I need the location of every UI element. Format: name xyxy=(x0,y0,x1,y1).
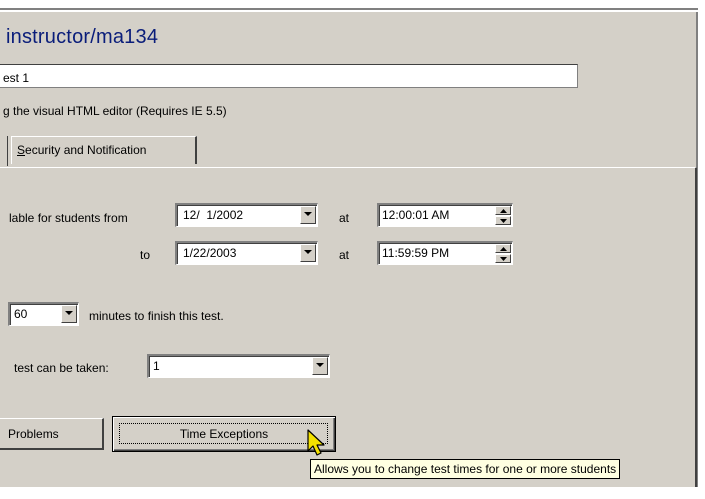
problems-button[interactable]: Problems xyxy=(0,418,104,450)
end-date-value: 1/22/2003 xyxy=(183,246,237,260)
attempts-value: 1 xyxy=(153,359,160,373)
tab-previous-edge[interactable] xyxy=(0,136,8,166)
end-time-spinner[interactable]: 11:59:59 PM xyxy=(377,241,513,265)
problems-button-label: Problems xyxy=(8,426,59,441)
page-title: instructor/ma134 xyxy=(6,26,159,48)
to-label: to xyxy=(140,248,151,262)
chevron-down-icon[interactable] xyxy=(61,305,77,323)
start-time-spinner[interactable]: 12:00:01 AM xyxy=(377,203,513,227)
attempts-label: test can be taken: xyxy=(14,361,109,375)
window-top-border xyxy=(0,0,705,10)
tooltip: Allows you to change test times for one … xyxy=(310,459,621,479)
tab-security-notification[interactable]: Security and Notification xyxy=(11,136,197,164)
minutes-value: 60 xyxy=(14,307,28,321)
minutes-label: minutes to finish this test. xyxy=(89,309,224,323)
mouse-cursor-icon xyxy=(307,429,325,456)
start-date-value: 12/ 1/2002 xyxy=(183,208,244,222)
chevron-down-icon[interactable] xyxy=(312,357,328,375)
available-from-label: lable for students from xyxy=(9,211,128,225)
spin-up-icon[interactable] xyxy=(495,206,511,215)
minutes-select[interactable]: 60 xyxy=(8,302,79,326)
window-right-edge xyxy=(698,0,705,499)
test-name-input[interactable] xyxy=(0,64,578,88)
at-label: at xyxy=(339,211,350,225)
attempts-select[interactable]: 1 xyxy=(147,354,330,378)
end-time-value: 11:59:59 PM xyxy=(382,246,450,260)
at-label: at xyxy=(339,248,350,262)
spin-down-icon[interactable] xyxy=(495,254,511,263)
chevron-down-icon[interactable] xyxy=(300,244,316,262)
chevron-down-icon[interactable] xyxy=(300,206,316,224)
window-bottom-edge xyxy=(0,487,705,499)
start-time-value: 12:00:01 AM xyxy=(382,208,450,222)
time-exceptions-button[interactable]: Time Exceptions xyxy=(112,416,336,452)
tab-label: Security and Notification xyxy=(17,143,147,157)
editor-note: g the visual HTML editor (Requires IE 5.… xyxy=(3,104,227,118)
start-date-select[interactable]: 12/ 1/2002 xyxy=(175,203,318,227)
time-exceptions-label: Time Exceptions xyxy=(179,427,269,441)
spin-down-icon[interactable] xyxy=(495,216,511,225)
spin-up-icon[interactable] xyxy=(495,244,511,253)
end-date-select[interactable]: 1/22/2003 xyxy=(175,241,318,265)
